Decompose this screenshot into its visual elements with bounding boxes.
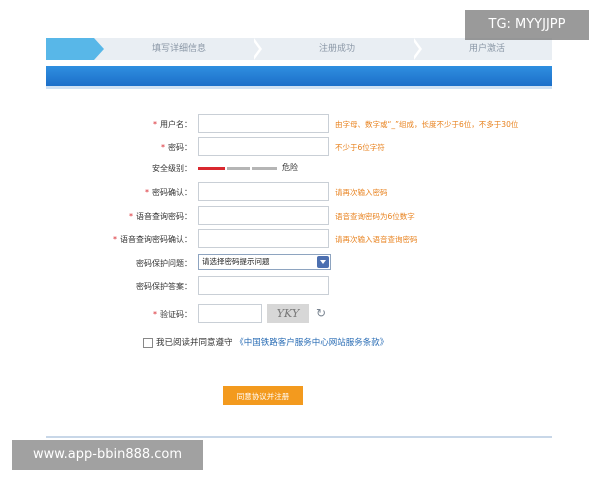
password-confirm-hint: 请再次输入密码	[335, 188, 388, 197]
password-label: * 密码：	[161, 143, 192, 152]
step-divider-inner	[411, 38, 419, 60]
security-answer-label: 密码保护答案：	[136, 282, 192, 291]
password-input[interactable]	[198, 137, 329, 156]
username-label: * 用户名：	[153, 120, 192, 129]
security-answer-input[interactable]	[198, 276, 329, 295]
strength-segment-medium	[227, 167, 250, 170]
step-activate: 用户激活	[468, 44, 505, 54]
captcha-label: * 验证码：	[153, 310, 192, 319]
voice-password-input[interactable]	[198, 206, 329, 225]
captcha-label-text: 验证码：	[160, 310, 192, 319]
voice-password-label-text: 语音查询密码：	[136, 212, 192, 221]
step-divider-inner	[251, 38, 259, 60]
agreement-prefix: 我已阅读并同意遵守	[156, 338, 233, 348]
password-confirm-label: * 密码确认：	[145, 188, 192, 197]
username-hint: 由字母、数字或“_”组成，长度不少于6位，不多于30位	[335, 120, 519, 129]
strength-segment-weak	[198, 167, 225, 170]
security-question-selected: 请选择密码提示问题	[202, 257, 270, 266]
password-label-text: 密码：	[168, 143, 192, 152]
security-question-label: 密码保护问题：	[136, 259, 192, 268]
chevron-down-icon[interactable]	[317, 256, 329, 268]
refresh-icon[interactable]: ↻	[316, 306, 326, 320]
password-confirm-label-text: 密码确认：	[152, 188, 192, 197]
security-level-value: 危险	[282, 163, 298, 172]
captcha-image[interactable]: YKY	[267, 304, 309, 323]
header-band	[46, 66, 552, 86]
step-current-marker	[46, 38, 94, 60]
password-hint: 不少于6位字符	[335, 143, 385, 152]
step-current-arrow	[94, 38, 104, 60]
username-label-text: 用户名：	[160, 120, 192, 129]
voice-password-confirm-input[interactable]	[198, 229, 329, 248]
terms-link[interactable]: 《中国铁路客户服务中心网站服务条款》	[235, 338, 388, 348]
agreement-text: 我已阅读并同意遵守 《中国铁路客户服务中心网站服务条款》	[156, 336, 388, 348]
footer-divider	[46, 436, 552, 438]
username-input[interactable]	[198, 114, 329, 133]
header-band-shadow	[46, 86, 552, 89]
agree-checkbox[interactable]	[143, 338, 153, 348]
watermark-url: www.app-bbin888.com	[12, 440, 203, 470]
security-level-label: 安全级别：	[152, 164, 192, 173]
step-progress-bar: 填写详细信息 注册成功 用户激活	[46, 38, 552, 60]
step-fill-details: 填写详细信息	[151, 44, 206, 54]
voice-password-confirm-hint: 请再次输入语音查询密码	[335, 235, 418, 244]
step-registered: 注册成功	[318, 44, 355, 54]
voice-password-confirm-label-text: 语音查询密码确认：	[120, 235, 192, 244]
password-confirm-input[interactable]	[198, 182, 329, 201]
watermark-tg: TG: MYYJJPP	[465, 10, 589, 40]
agree-and-register-button[interactable]: 同意协议并注册	[223, 386, 303, 405]
security-question-select[interactable]: 请选择密码提示问题	[198, 254, 331, 270]
voice-password-hint: 语音查询密码为6位数字	[335, 212, 415, 221]
voice-password-confirm-label: * 语音查询密码确认：	[113, 235, 192, 244]
voice-password-label: * 语音查询密码：	[129, 212, 192, 221]
captcha-input[interactable]	[198, 304, 262, 323]
strength-segment-strong	[252, 167, 277, 170]
